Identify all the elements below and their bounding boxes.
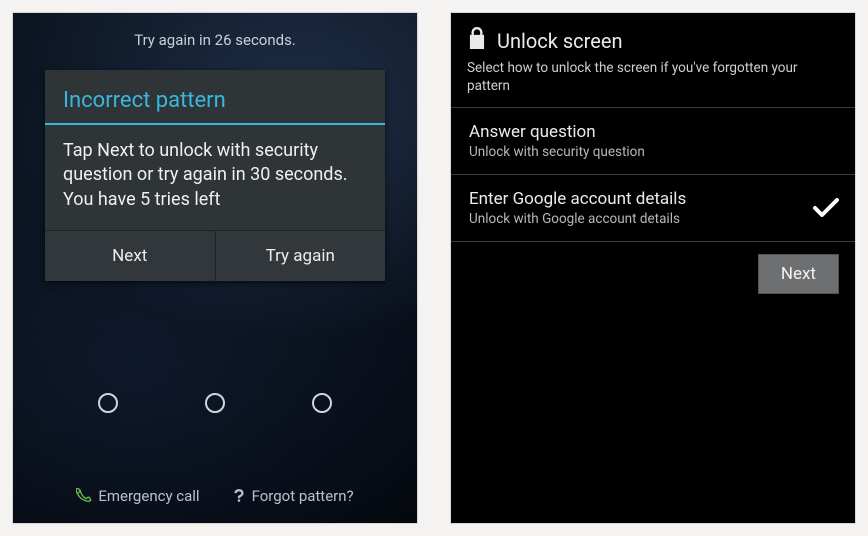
lockscreen-bottom-bar: Emergency call Forgot pattern? <box>13 487 417 505</box>
phone-icon <box>76 488 92 504</box>
lock-icon <box>467 27 487 54</box>
unlock-options-phone: Unlock screen Select how to unlock the s… <box>450 12 856 524</box>
next-button[interactable]: Next <box>758 254 839 294</box>
pattern-dot[interactable] <box>98 393 118 413</box>
option-answer-question[interactable]: Answer question Unlock with security que… <box>451 108 855 174</box>
dialog-title: Incorrect pattern <box>45 70 385 123</box>
dialog-retry-button[interactable]: Try again <box>215 231 386 281</box>
pattern-dot[interactable] <box>312 393 332 413</box>
pattern-dot-row <box>13 383 417 423</box>
retry-countdown-text: Try again in 26 seconds. <box>13 31 417 49</box>
question-icon <box>232 488 246 504</box>
dialog-body: Tap Next to unlock with security questio… <box>45 125 385 230</box>
incorrect-pattern-dialog: Incorrect pattern Tap Next to unlock wit… <box>45 70 385 281</box>
checkmark-icon <box>813 198 839 218</box>
unlock-header-title: Unlock screen <box>497 29 623 53</box>
unlock-header-subtitle: Select how to unlock the screen if you'v… <box>451 58 855 107</box>
forgot-pattern-button[interactable]: Forgot pattern? <box>232 487 354 505</box>
option-subtitle: Unlock with security question <box>469 144 645 160</box>
option-title: Enter Google account details <box>469 189 686 209</box>
forgot-pattern-label: Forgot pattern? <box>252 487 354 505</box>
dialog-button-row: Next Try again <box>45 230 385 281</box>
emergency-call-button[interactable]: Emergency call <box>76 487 199 505</box>
option-subtitle: Unlock with Google account details <box>469 211 686 227</box>
unlock-header: Unlock screen <box>451 13 855 58</box>
dialog-next-button[interactable]: Next <box>45 231 215 281</box>
pattern-dot[interactable] <box>205 393 225 413</box>
emergency-call-label: Emergency call <box>98 487 199 505</box>
lockscreen-pattern-phone: Try again in 26 seconds. Incorrect patte… <box>12 12 418 524</box>
option-google-account[interactable]: Enter Google account details Unlock with… <box>451 175 855 241</box>
option-title: Answer question <box>469 122 645 142</box>
